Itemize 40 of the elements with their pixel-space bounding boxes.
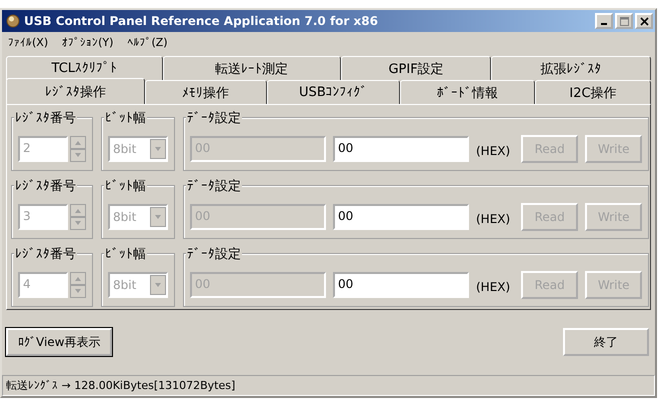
group-label: ﾋﾞｯﾄ幅 — [104, 245, 147, 263]
tab[interactable]: I2C操作 — [534, 80, 652, 104]
exit-button[interactable]: 終了 — [563, 328, 649, 356]
tab[interactable]: ﾎﾞｰﾄﾞ情報 — [400, 80, 535, 104]
group-label: ﾋﾞｯﾄ幅 — [104, 177, 147, 195]
maximize-icon — [620, 16, 628, 26]
group-label: ﾃﾞｰﾀ設定 — [186, 177, 242, 195]
write-value-field[interactable]: 00 — [333, 136, 469, 162]
group-label: ﾚｼﾞｽﾀ番号 — [14, 245, 77, 263]
write-value-field[interactable]: 00 — [333, 272, 469, 298]
caret-icon — [150, 275, 166, 295]
minimize-button[interactable] — [595, 13, 613, 29]
tab[interactable]: USBｺﾝﾌｨｸﾞ — [266, 80, 400, 104]
group-label: ﾋﾞｯﾄ幅 — [104, 109, 147, 127]
status-bar: 転送ﾚﾝｸﾞｽ → 128.00KiBytes[131072Bytes] — [2, 375, 655, 396]
menu-item[interactable]: ﾌｧｲﾙ(X) — [8, 36, 48, 49]
minimize-icon — [601, 23, 607, 25]
log-view-button[interactable]: ﾛｸﾞView再表示 — [6, 328, 112, 356]
unit-label: (HEX) — [476, 280, 510, 294]
window-title: USB Control Panel Reference Application 7.0 for x86 — [24, 14, 379, 28]
tab[interactable]: ﾚｼﾞｽﾀ操作 — [6, 78, 145, 104]
tab[interactable]: 拡張ﾚｼﾞｽﾀ — [491, 56, 651, 80]
unit-label: (HEX) — [476, 144, 510, 158]
menu-item[interactable]: ｵﾌﾟｼｮﾝ(Y) — [62, 36, 114, 49]
maximize-button[interactable] — [615, 13, 633, 29]
caret-icon — [150, 139, 166, 159]
unit-label: (HEX) — [476, 212, 510, 226]
tab[interactable]: ﾒﾓﾘ操作 — [144, 80, 267, 104]
write-value-field[interactable]: 00 — [333, 204, 469, 230]
app-icon — [6, 14, 20, 28]
tab[interactable]: GPIF設定 — [340, 56, 492, 80]
menu-item[interactable]: ﾍﾙﾌﾟ(Z) — [127, 36, 168, 49]
close-icon — [640, 16, 648, 26]
close-button[interactable] — [635, 13, 653, 29]
tab[interactable]: 転送ﾚｰﾄ測定 — [162, 56, 341, 80]
group-label: ﾃﾞｰﾀ設定 — [186, 109, 242, 127]
group-label: ﾃﾞｰﾀ設定 — [186, 245, 242, 263]
group-label: ﾚｼﾞｽﾀ番号 — [14, 177, 77, 195]
caret-icon — [150, 207, 166, 227]
group-label: ﾚｼﾞｽﾀ番号 — [14, 109, 77, 127]
